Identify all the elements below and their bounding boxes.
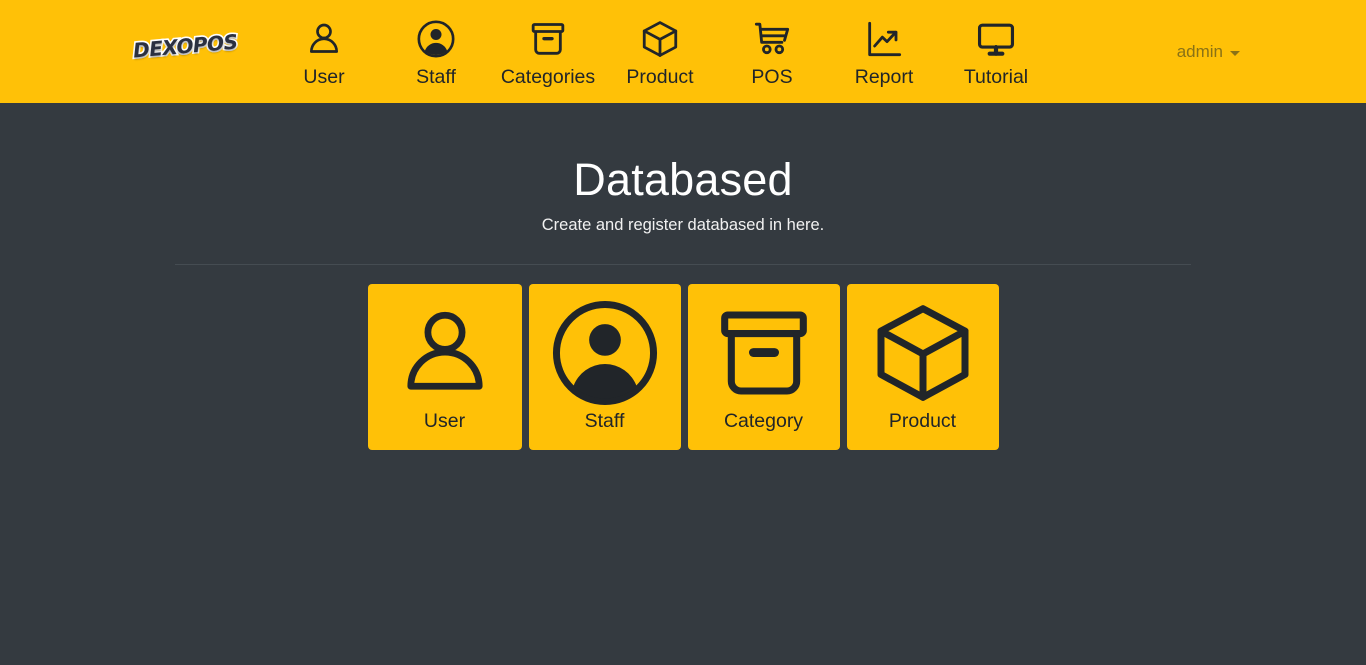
nav-item-product[interactable]: Product [604, 6, 716, 98]
card-user-label: User [423, 410, 466, 432]
navbar-menu: User Staff Categories Product POS Report… [268, 0, 1052, 103]
brand-logo[interactable]: DEXOPOS [130, 28, 239, 64]
nav-item-tutorial[interactable]: Tutorial [940, 6, 1052, 98]
chart-trend-icon [864, 16, 904, 62]
monitor-icon [975, 16, 1017, 62]
nav-item-report-label: Report [854, 65, 914, 88]
user-outline-icon [391, 298, 499, 408]
nav-item-report[interactable]: Report [828, 6, 940, 98]
nav-item-tutorial-label: Tutorial [963, 65, 1029, 88]
user-circle-icon [416, 16, 456, 62]
user-circle-filled-icon [549, 298, 661, 408]
card-category[interactable]: Category [687, 284, 840, 450]
card-user[interactable]: User [367, 284, 522, 450]
database-card-grid: User Staff Category Product [0, 284, 1366, 450]
top-navbar: DEXOPOS User Staff Categories Product PO… [0, 0, 1366, 103]
nav-item-user[interactable]: User [268, 6, 380, 98]
cube-icon [867, 298, 979, 408]
page-subtitle: Create and register databased in here. [541, 216, 825, 234]
caret-down-icon [1230, 51, 1240, 56]
nav-item-categories-label: Categories [500, 65, 596, 88]
account-dropdown[interactable]: admin [1177, 41, 1240, 63]
nav-item-product-label: Product [626, 65, 694, 88]
account-dropdown-label: admin [1176, 42, 1223, 61]
nav-item-user-label: User [303, 65, 345, 88]
nav-item-staff[interactable]: Staff [380, 6, 492, 98]
card-staff-label: Staff [584, 410, 625, 432]
card-product[interactable]: Product [846, 284, 999, 450]
user-outline-icon [304, 16, 344, 62]
card-product-label: Product [888, 410, 957, 432]
section-divider [175, 264, 1191, 265]
nav-item-categories[interactable]: Categories [492, 6, 604, 98]
nav-item-pos[interactable]: POS [716, 6, 828, 98]
archive-box-icon [711, 298, 817, 408]
nav-item-staff-label: Staff [416, 65, 456, 88]
page-title: Databased [573, 154, 793, 205]
main-content: Databased Create and register databased … [0, 153, 1366, 665]
nav-item-pos-label: POS [751, 65, 793, 88]
shopping-cart-icon [752, 16, 792, 62]
card-staff[interactable]: Staff [528, 284, 681, 450]
card-category-label: Category [723, 410, 804, 432]
cube-icon [639, 16, 681, 62]
archive-box-icon [528, 16, 568, 62]
brand-logo-text: DEXOPOS [130, 28, 239, 64]
